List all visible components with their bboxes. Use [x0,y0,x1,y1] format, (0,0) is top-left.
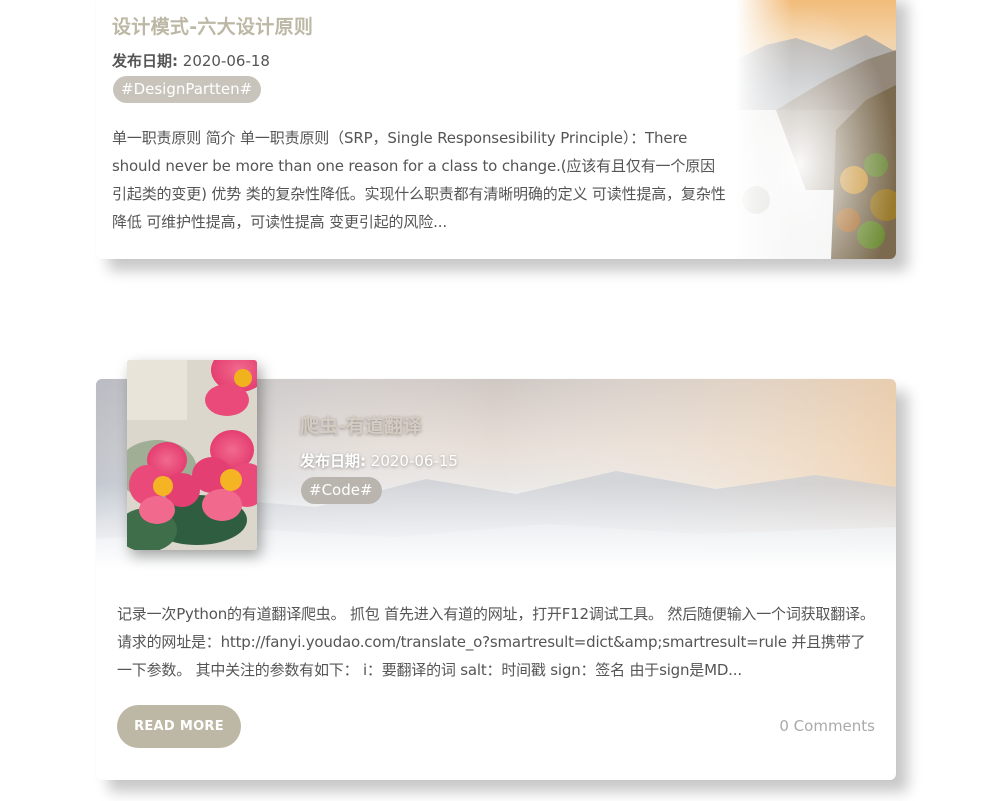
post-thumbnail-image[interactable] [736,0,896,259]
post-date: 发布日期: 2020-06-15 [300,450,458,471]
post-date: 发布日期: 2020-06-18 [112,50,270,71]
post-card: 设计模式-六大设计原则 发布日期: 2020-06-18 #DesignPart… [96,0,896,259]
blog-post-list: 设计模式-六大设计原则 发布日期: 2020-06-18 #DesignPart… [0,0,1005,801]
post-title[interactable]: 设计模式-六大设计原则 [112,12,313,39]
post-excerpt: 记录一次Python的有道翻译爬虫。 抓包 首先进入有道的网址，打开F12调试工… [117,605,875,679]
post-title[interactable]: 爬虫-有道翻译 [300,411,422,438]
post-tag[interactable]: #Code# [301,477,382,504]
post-thumbnail-image[interactable] [127,360,257,550]
date-value: 2020-06-15 [370,452,458,470]
comments-link[interactable]: 0 Comments [779,717,875,735]
read-more-button[interactable]: READ MORE [117,705,241,748]
post-excerpt: 单一职责原则 简介 单一职责原则（SRP，Single Responsesibi… [112,129,726,231]
date-label: 发布日期: [112,52,178,70]
post-tag[interactable]: #DesignPartten# [113,76,262,103]
date-label: 发布日期: [300,452,366,470]
date-value: 2020-06-18 [182,52,270,70]
